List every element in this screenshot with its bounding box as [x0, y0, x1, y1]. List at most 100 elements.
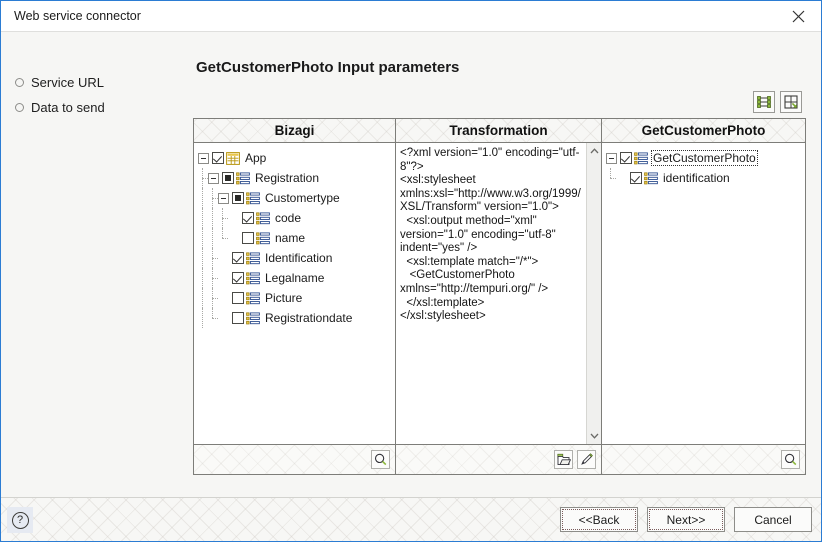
collapse-toggle-icon[interactable] — [198, 152, 209, 164]
tree-node-label: Registration — [255, 171, 320, 185]
help-button[interactable]: ? — [7, 507, 33, 533]
content-area: GetCustomerPhoto Input parameters Bizagi… — [191, 32, 821, 497]
tree-indent-guide — [198, 208, 208, 228]
circle-bullet-icon — [15, 78, 24, 87]
tree-node-label: GetCustomerPhoto — [651, 150, 758, 166]
source-panel-header: Bizagi — [194, 119, 395, 143]
tree-indent-guide — [198, 308, 208, 328]
tree-node[interactable]: App — [198, 148, 395, 168]
tree-node-checkbox[interactable] — [630, 172, 642, 184]
source-tree-body[interactable]: App Registration Customertype code name Ident… — [194, 143, 395, 444]
search-button[interactable] — [371, 450, 390, 469]
tree-node-label: code — [275, 211, 302, 225]
sidebar-item-label: Data to send — [31, 100, 105, 115]
list-entity-icon — [246, 271, 260, 285]
cancel-button[interactable]: Cancel — [734, 507, 812, 532]
list-entity-icon — [634, 151, 648, 165]
tree-node-checkbox[interactable] — [222, 172, 234, 184]
list-entity-icon — [644, 171, 658, 185]
list-entity-icon — [246, 311, 260, 325]
tree-indent-guide — [208, 308, 218, 328]
tree-node-label: Picture — [265, 291, 303, 305]
tree-node-checkbox[interactable] — [232, 192, 244, 204]
tree-node-label: name — [275, 231, 306, 245]
mapping-view-button[interactable] — [753, 91, 775, 113]
search-button[interactable] — [781, 450, 800, 469]
web-service-connector-dialog: Web service connector Service URL Data t… — [0, 0, 822, 542]
tree-indent-guide — [198, 228, 208, 248]
tree-node-label: Registrationdate — [265, 311, 353, 325]
tree-indent-guide — [198, 268, 208, 288]
title-bar: Web service connector — [1, 1, 821, 32]
transformation-xml-text[interactable]: <?xml version="1.0" encoding="utf-8"?> <… — [396, 143, 586, 444]
magnifier-icon — [784, 453, 797, 466]
target-tree: GetCustomerPhoto identification — [602, 143, 805, 188]
tree-node[interactable]: Picture — [198, 288, 395, 308]
tree-indent-guide — [208, 188, 218, 208]
tree-node[interactable]: Registration — [198, 168, 395, 188]
circle-bullet-icon — [15, 103, 24, 112]
list-entity-icon — [246, 191, 260, 205]
target-panel: GetCustomerPhoto GetCustomerPhoto identif… — [601, 118, 806, 475]
tree-node[interactable]: Customertype — [198, 188, 395, 208]
layout-panel-icon — [783, 94, 798, 109]
tree-node-label: Customertype — [265, 191, 340, 205]
window-title: Web service connector — [14, 9, 141, 23]
wizard-step-sidebar: Service URL Data to send — [1, 32, 191, 497]
list-entity-icon — [246, 291, 260, 305]
tree-node-label: Legalname — [265, 271, 325, 285]
back-button[interactable]: <<Back — [560, 507, 638, 532]
tree-node[interactable]: Identification — [198, 248, 395, 268]
tree-node[interactable]: Legalname — [198, 268, 395, 288]
chevron-down-icon[interactable] — [587, 428, 602, 444]
tree-indent-guide — [198, 288, 208, 308]
transformation-body: <?xml version="1.0" encoding="utf-8"?> <… — [396, 143, 601, 444]
tree-indent-guide — [606, 168, 616, 188]
tree-indent-guide — [208, 248, 218, 268]
source-panel-footer — [194, 444, 395, 474]
tree-indent-guide — [208, 208, 218, 228]
question-mark-icon: ? — [11, 511, 29, 529]
tree-node[interactable]: Registrationdate — [198, 308, 395, 328]
edit-button[interactable] — [577, 450, 596, 469]
collapse-toggle-icon[interactable] — [606, 152, 617, 164]
tree-node-checkbox[interactable] — [232, 292, 244, 304]
tree-node-checkbox[interactable] — [212, 152, 224, 164]
layout-view-button[interactable] — [780, 91, 802, 113]
tree-node-checkbox[interactable] — [242, 212, 254, 224]
sidebar-item-service-url[interactable]: Service URL — [1, 70, 191, 95]
chevron-up-icon[interactable] — [587, 143, 602, 159]
tree-node[interactable]: identification — [606, 168, 805, 188]
tree-indent-guide — [198, 188, 208, 208]
open-file-button[interactable] — [554, 450, 573, 469]
source-panel: Bizagi App Registration Customertype code na… — [193, 118, 396, 475]
transformation-panel-header: Transformation — [396, 119, 601, 143]
tree-node-checkbox[interactable] — [232, 252, 244, 264]
tree-indent-guide — [198, 248, 208, 268]
tree-node[interactable]: name — [198, 228, 395, 248]
magnifier-icon — [374, 453, 387, 466]
tree-node-checkbox[interactable] — [232, 272, 244, 284]
transformation-panel: Transformation <?xml version="1.0" encod… — [395, 118, 602, 475]
dialog-button-group: <<Back Next>> Cancel — [560, 507, 812, 532]
mapping-icon — [757, 96, 771, 108]
collapse-toggle-icon[interactable] — [218, 192, 229, 204]
sidebar-item-data-to-send[interactable]: Data to send — [1, 95, 191, 120]
pencil-icon — [580, 453, 593, 465]
tree-node[interactable]: code — [198, 208, 395, 228]
next-button[interactable]: Next>> — [647, 507, 725, 532]
tree-node-checkbox[interactable] — [620, 152, 632, 164]
tree-node-checkbox[interactable] — [242, 232, 254, 244]
tree-node-label: Identification — [265, 251, 333, 265]
close-icon[interactable] — [775, 1, 821, 31]
tree-indent-guide — [208, 288, 218, 308]
mapping-panels: Bizagi App Registration Customertype code na… — [193, 118, 806, 475]
table-grid-icon — [226, 151, 240, 165]
transformation-scrollbar[interactable] — [586, 143, 601, 444]
sidebar-item-label: Service URL — [31, 75, 104, 90]
target-tree-body[interactable]: GetCustomerPhoto identification — [602, 143, 805, 444]
tree-node[interactable]: GetCustomerPhoto — [606, 148, 805, 168]
tree-node-checkbox[interactable] — [232, 312, 244, 324]
dialog-footer: ? <<Back Next>> Cancel — [1, 497, 821, 541]
collapse-toggle-icon[interactable] — [208, 172, 219, 184]
